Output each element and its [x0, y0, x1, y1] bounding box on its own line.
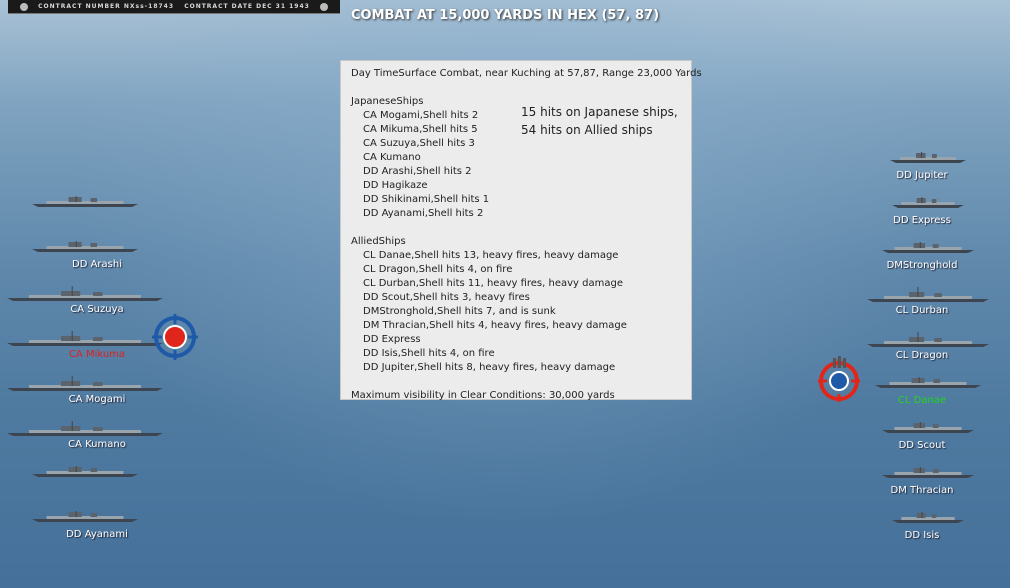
ship-silhouette[interactable] — [890, 197, 966, 209]
combat-report-panel: Day TimeSurface Combat, near Kuching at … — [340, 60, 702, 401]
summary-japanese: 15 hits on Japanese ships, — [521, 105, 678, 119]
japanese-entry: DD Hagikaze — [363, 180, 428, 191]
allied-entry: DD Isis,Shell hits 4, on fire — [363, 348, 495, 359]
ship-silhouette[interactable] — [5, 376, 165, 392]
ship-silhouette[interactable] — [890, 512, 966, 524]
allied-heading: AlliedShips — [351, 236, 406, 247]
allied-entry: CL Danae,Shell hits 13, heavy fires, hea… — [363, 250, 619, 261]
ship-label: DD Scout — [898, 440, 946, 451]
combat-title: COMBAT AT 15,000 YARDS IN HEX (57, 87) — [350, 8, 660, 23]
japanese-entry: DD Shikinami,Shell hits 1 — [363, 194, 490, 205]
allied-entry: DD Jupiter,Shell hits 8, heavy fires, he… — [363, 362, 616, 373]
japanese-entry: CA Kumano — [363, 152, 421, 163]
ship-label: CA Mogami — [68, 394, 126, 405]
ship-label: DD Isis — [904, 530, 940, 541]
allied-entry: DD Express — [363, 334, 421, 345]
ship-silhouette[interactable] — [30, 241, 140, 253]
ship-silhouette[interactable] — [5, 421, 165, 437]
ship-silhouette[interactable] — [865, 287, 991, 303]
ship-silhouette[interactable] — [880, 467, 976, 479]
ship-silhouette[interactable] — [30, 511, 140, 523]
hits-summary: 15 hits on Japanese ships, 54 hits on Al… — [521, 103, 678, 139]
japanese-entry: CA Suzuya,Shell hits 3 — [363, 138, 475, 149]
target-reticle-icon[interactable] — [152, 314, 198, 360]
ship-silhouette[interactable] — [5, 331, 165, 347]
ship-label: CA Kumano — [68, 439, 126, 450]
ship-silhouette[interactable] — [880, 422, 976, 434]
attacker-reticle-icon[interactable] — [816, 356, 862, 402]
ship-silhouette[interactable] — [865, 332, 991, 348]
allied-entry: DMStronghold,Shell hits 7, and is sunk — [363, 306, 556, 317]
ship-silhouette[interactable] — [30, 466, 140, 478]
ship-label: DM Thracian — [890, 485, 954, 496]
ship-label: CL Dragon — [895, 350, 949, 361]
ship-label: DD Jupiter — [896, 170, 948, 181]
ship-label: CA Mikuma — [68, 349, 126, 360]
allied-entry: CL Dragon,Shell hits 4, on fire — [363, 264, 513, 275]
report-headline: Day TimeSurface Combat, near Kuching at … — [351, 68, 702, 79]
allied-entry: CL Durban,Shell hits 11, heavy fires, he… — [363, 278, 623, 289]
ship-label: DD Ayanami — [66, 529, 128, 540]
ship-silhouette[interactable] — [30, 196, 140, 208]
visibility-text: Maximum visibility in Clear Conditions: … — [351, 390, 615, 401]
japanese-entry: DD Ayanami,Shell hits 2 — [363, 208, 484, 219]
ship-label: CA Suzuya — [70, 304, 124, 315]
summary-allied: 54 hits on Allied ships — [521, 123, 653, 137]
ship-silhouette[interactable] — [873, 377, 983, 389]
ship-label: DMStronghold — [886, 260, 958, 271]
japanese-entry: DD Arashi,Shell hits 2 — [363, 166, 472, 177]
ship-label: CL Danae — [897, 395, 947, 406]
ship-silhouette[interactable] — [888, 152, 968, 164]
allied-entry: DD Scout,Shell hits 3, heavy fires — [363, 292, 530, 303]
allied-ship-list: CL Danae,Shell hits 13, heavy fires, hea… — [351, 249, 681, 375]
ship-label: DD Arashi — [72, 259, 122, 270]
ship-silhouette[interactable] — [880, 242, 976, 254]
ship-label: DD Express — [893, 215, 951, 226]
allied-entry: DM Thracian,Shell hits 4, heavy fires, h… — [363, 320, 627, 331]
ship-silhouette[interactable] — [5, 286, 165, 302]
ship-label: CL Durban — [895, 305, 949, 316]
